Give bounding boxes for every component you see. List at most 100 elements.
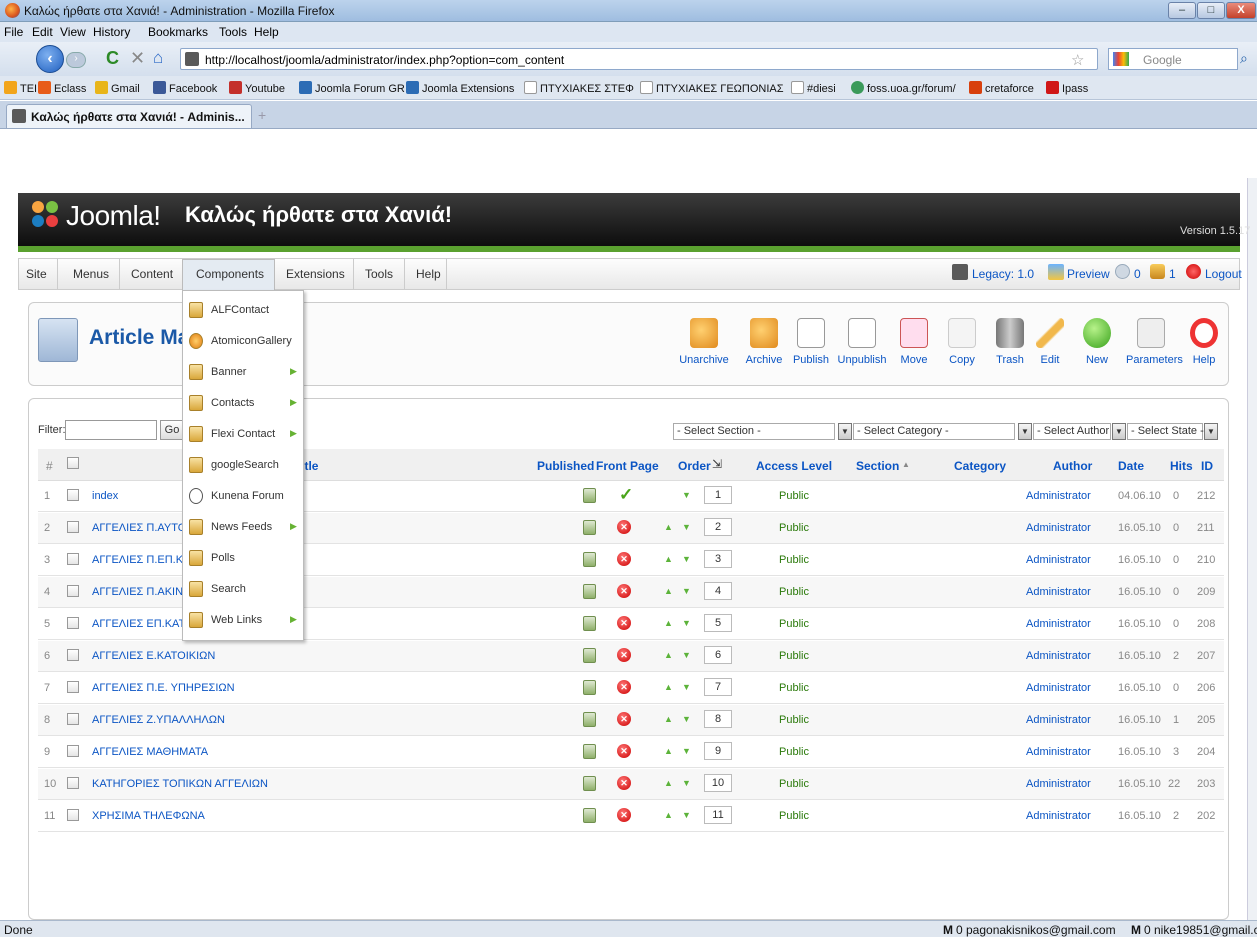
row-checkbox[interactable] [67, 553, 79, 565]
admin-menu-components[interactable]: Components [196, 267, 264, 281]
article-title-link[interactable]: index [92, 490, 118, 502]
legacy-link[interactable]: Legacy: 1.0 [972, 267, 1034, 281]
row-checkbox[interactable] [67, 585, 79, 597]
unarchive-button[interactable]: Unarchive [679, 318, 729, 378]
published-icon[interactable] [583, 808, 596, 823]
order-input[interactable]: 8 [704, 710, 732, 728]
stop-icon[interactable]: ✕ [130, 48, 145, 69]
menu-bookmarks[interactable]: Bookmarks [148, 25, 208, 39]
bookmark-item[interactable]: Joomla Extensions [406, 81, 514, 95]
archive-button[interactable]: Archive [739, 318, 789, 378]
home-icon[interactable]: ⌂ [153, 48, 163, 68]
bookmark-item[interactable]: ΠΤΥΧΙΑΚΕΣ ΣΤΕΦ [524, 81, 634, 95]
access-level-link[interactable]: Public [779, 746, 809, 758]
order-input[interactable]: 11 [704, 806, 732, 824]
close-button[interactable]: X [1226, 2, 1256, 19]
bookmark-item[interactable]: Facebook [153, 81, 217, 95]
order-up-icon[interactable]: ▲ [664, 714, 673, 724]
published-icon[interactable] [583, 488, 596, 503]
author-select[interactable]: - Select Author - [1033, 423, 1116, 440]
bookmark-item[interactable]: Eclass [38, 81, 86, 95]
admin-menu-help[interactable]: Help [416, 267, 441, 281]
order-down-icon[interactable]: ▼ [682, 586, 691, 596]
chevron-down-icon[interactable]: ▼ [1204, 423, 1218, 440]
users-count[interactable]: 1 [1169, 267, 1176, 281]
order-down-icon[interactable]: ▼ [682, 778, 691, 788]
row-checkbox[interactable] [67, 777, 79, 789]
menu-help[interactable]: Help [254, 25, 279, 39]
components-menu-item[interactable]: Kunena Forum [183, 481, 303, 512]
article-title-link[interactable]: ΑΓΓΕΛΙΕΣ Ε.ΚΑΤΟΙΚΙΩΝ [92, 650, 215, 662]
search-icon[interactable]: ⌕ [1240, 50, 1248, 67]
row-checkbox[interactable] [67, 521, 79, 533]
order-input[interactable]: 1 [704, 486, 732, 504]
author-link[interactable]: Administrator [1026, 490, 1091, 502]
author-link[interactable]: Administrator [1026, 522, 1091, 534]
menu-edit[interactable]: Edit [32, 25, 53, 39]
bookmark-item[interactable]: Ipass [1046, 81, 1088, 95]
unpublished-x-icon[interactable]: ✕ [617, 584, 631, 598]
components-menu-item[interactable]: Polls [183, 543, 303, 574]
row-checkbox[interactable] [67, 745, 79, 757]
order-down-icon[interactable]: ▼ [682, 554, 691, 564]
order-input[interactable]: 5 [704, 614, 732, 632]
author-link[interactable]: Administrator [1026, 650, 1091, 662]
admin-menu-tools[interactable]: Tools [365, 267, 393, 281]
published-icon[interactable] [583, 552, 596, 567]
order-input[interactable]: 7 [704, 678, 732, 696]
order-down-icon[interactable]: ▼ [682, 650, 691, 660]
reload-icon[interactable]: C [106, 48, 119, 69]
menu-file[interactable]: File [4, 25, 23, 39]
chevron-down-icon[interactable]: ▼ [1018, 423, 1032, 440]
access-level-link[interactable]: Public [779, 554, 809, 566]
order-input[interactable]: 4 [704, 582, 732, 600]
article-title-link[interactable]: ΑΓΓΕΛΙΕΣ Ζ.ΥΠΑΛΛΗΛΩΝ [92, 714, 225, 726]
col-hits[interactable]: Hits [1170, 459, 1193, 473]
author-link[interactable]: Administrator [1026, 714, 1091, 726]
col-id[interactable]: ID [1201, 459, 1213, 473]
access-level-link[interactable]: Public [779, 682, 809, 694]
published-icon[interactable] [583, 648, 596, 663]
author-link[interactable]: Administrator [1026, 618, 1091, 630]
article-title-link[interactable]: ΑΓΓΕΛΙΕΣ Π.ΑΥΤΟΚΙ [92, 522, 197, 534]
order-up-icon[interactable]: ▲ [664, 746, 673, 756]
article-title-link[interactable]: ΑΓΓΕΛΙΕΣ Π.Ε. ΥΠΗΡΕΣΙΩΝ [92, 682, 235, 694]
menu-view[interactable]: View [60, 25, 86, 39]
unpublish-button[interactable]: Unpublish [837, 318, 887, 378]
col-published[interactable]: Published [537, 459, 594, 473]
order-down-icon[interactable]: ▼ [682, 810, 691, 820]
col-section[interactable]: Section [856, 459, 899, 473]
published-icon[interactable] [583, 680, 596, 695]
row-checkbox[interactable] [67, 489, 79, 501]
order-input[interactable]: 6 [704, 646, 732, 664]
bookmark-item[interactable]: foss.uoa.gr/forum/ [851, 81, 956, 95]
move-button[interactable]: Move [889, 318, 939, 378]
components-menu-item[interactable]: Search [183, 574, 303, 605]
order-up-icon[interactable]: ▲ [664, 618, 673, 628]
row-checkbox[interactable] [67, 809, 79, 821]
category-select[interactable]: - Select Category - [853, 423, 1015, 440]
col-date[interactable]: Date [1118, 459, 1144, 473]
col-order[interactable]: Order [678, 459, 711, 473]
components-menu-item[interactable]: Contacts ▶ [183, 388, 303, 419]
article-title-link[interactable]: ΧΡΗΣΙΜΑ ΤΗΛΕΦΩΝΑ [92, 810, 205, 822]
access-level-link[interactable]: Public [779, 714, 809, 726]
order-down-icon[interactable]: ▼ [682, 682, 691, 692]
forward-icon[interactable]: › [66, 52, 86, 68]
components-menu-item[interactable]: AtomiconGallery [183, 326, 303, 357]
edit-button[interactable]: Edit [1025, 318, 1075, 378]
bookmark-item[interactable]: Gmail [95, 81, 140, 95]
check-icon[interactable]: ✓ [619, 485, 633, 505]
access-level-link[interactable]: Public [779, 810, 809, 822]
section-select[interactable]: - Select Section - [673, 423, 835, 440]
components-menu-item[interactable]: Web Links ▶ [183, 605, 303, 636]
order-down-icon[interactable]: ▼ [682, 714, 691, 724]
go-button[interactable]: Go [160, 420, 184, 440]
bookmark-item[interactable]: #diesi [791, 81, 836, 95]
row-checkbox[interactable] [67, 713, 79, 725]
unpublished-x-icon[interactable]: ✕ [617, 808, 631, 822]
filter-input[interactable] [65, 420, 157, 440]
order-up-icon[interactable]: ▲ [664, 554, 673, 564]
article-title-link[interactable]: ΚΑΤΗΓΟΡΙΕΣ ΤΟΠΙΚΩΝ ΑΓΓΕΛΙΩΝ [92, 778, 268, 790]
minimize-button[interactable]: – [1168, 2, 1196, 19]
